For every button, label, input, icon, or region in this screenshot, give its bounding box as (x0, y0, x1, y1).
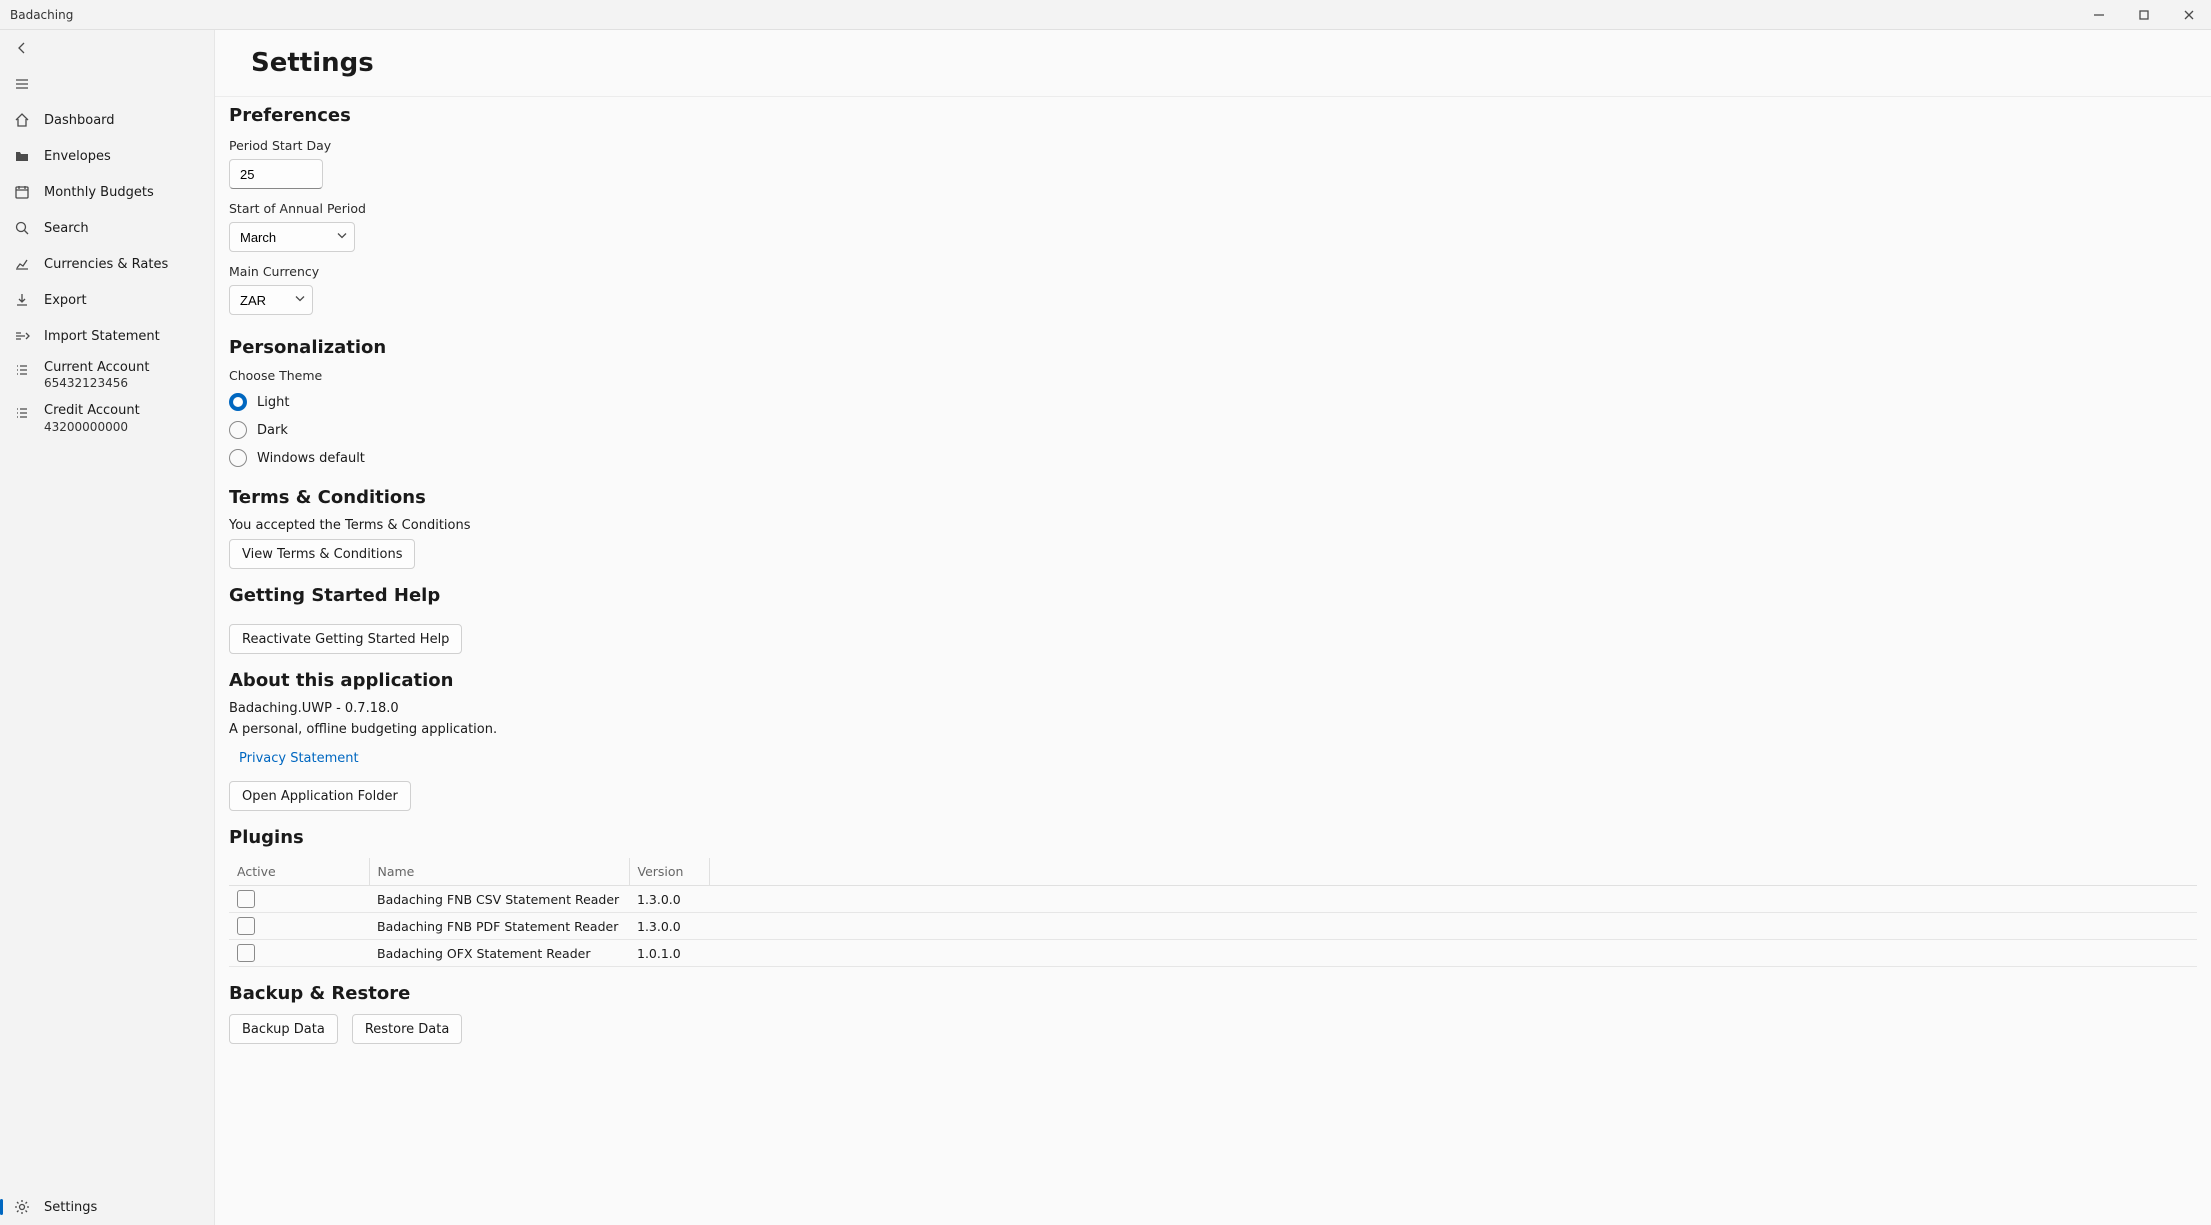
radio-icon (229, 393, 247, 411)
home-icon (14, 112, 30, 128)
reactivate-help-button[interactable]: Reactivate Getting Started Help (229, 624, 462, 654)
section-terms: Terms & Conditions (229, 487, 2197, 508)
sidebar: Dashboard Envelopes Monthly Budgets Sear… (0, 30, 214, 1225)
checkbox[interactable] (237, 944, 255, 962)
sidebar-item-import[interactable]: Import Statement (0, 318, 214, 354)
radio-icon (229, 449, 247, 467)
col-version[interactable]: Version (629, 858, 709, 886)
list-icon (14, 362, 30, 378)
radio-label: Light (257, 395, 289, 410)
plugin-name: Badaching FNB PDF Statement Reader (369, 913, 629, 940)
plugin-version: 1.0.1.0 (629, 940, 709, 967)
terms-status: You accepted the Terms & Conditions (229, 518, 2197, 533)
account-number: 65432123456 (44, 376, 149, 391)
label-choose-theme: Choose Theme (229, 368, 2197, 383)
section-plugins: Plugins (229, 827, 2197, 848)
sidebar-item-label: Dashboard (44, 113, 115, 128)
hamburger-button[interactable] (0, 66, 214, 102)
sidebar-item-search[interactable]: Search (0, 210, 214, 246)
sidebar-item-export[interactable]: Export (0, 282, 214, 318)
sidebar-item-label: Envelopes (44, 149, 111, 164)
label-main-currency: Main Currency (229, 264, 2197, 279)
minimize-button[interactable] (2076, 0, 2121, 30)
annual-period-select[interactable] (229, 222, 355, 252)
sidebar-item-label: Currencies & Rates (44, 257, 168, 272)
theme-radio-dark[interactable]: Dark (229, 421, 2197, 439)
label-annual-period: Start of Annual Period (229, 201, 2197, 216)
window-title: Badaching (10, 8, 73, 22)
theme-radio-light[interactable]: Light (229, 393, 2197, 411)
arrow-left-icon (14, 40, 30, 56)
radio-icon (229, 421, 247, 439)
plugin-version: 1.3.0.0 (629, 886, 709, 913)
table-row[interactable]: Badaching FNB CSV Statement Reader 1.3.0… (229, 886, 2197, 913)
about-version: Badaching.UWP - 0.7.18.0 (229, 701, 2197, 716)
about-description: A personal, offline budgeting applicatio… (229, 722, 2197, 737)
calendar-icon (14, 184, 30, 200)
sidebar-item-currencies[interactable]: Currencies & Rates (0, 246, 214, 282)
folder-icon (14, 148, 30, 164)
main-content: Settings Preferences Period Start Day St… (214, 30, 2211, 1225)
sidebar-item-label: Export (44, 293, 87, 308)
hamburger-icon (14, 76, 30, 92)
main-currency-select[interactable] (229, 285, 313, 315)
period-start-day-input[interactable] (229, 159, 323, 189)
search-icon (14, 220, 30, 236)
sidebar-account-current[interactable]: Current Account 65432123456 (0, 354, 214, 397)
theme-radio-windows-default[interactable]: Windows default (229, 449, 2197, 467)
view-terms-button[interactable]: View Terms & Conditions (229, 539, 415, 569)
sidebar-item-settings[interactable]: Settings (0, 1189, 214, 1225)
sidebar-item-label: Settings (44, 1200, 97, 1215)
sidebar-item-monthly-budgets[interactable]: Monthly Budgets (0, 174, 214, 210)
col-name[interactable]: Name (369, 858, 629, 886)
label-period-start-day: Period Start Day (229, 138, 2197, 153)
sidebar-item-label: Monthly Budgets (44, 185, 154, 200)
plugin-name: Badaching FNB CSV Statement Reader (369, 886, 629, 913)
sidebar-item-label: Import Statement (44, 329, 160, 344)
plugin-version: 1.3.0.0 (629, 913, 709, 940)
maximize-button[interactable] (2121, 0, 2166, 30)
col-blank (709, 858, 2197, 886)
backup-data-button[interactable]: Backup Data (229, 1014, 338, 1044)
section-backup: Backup & Restore (229, 983, 2197, 1004)
titlebar: Badaching (0, 0, 2211, 30)
back-button[interactable] (0, 30, 214, 66)
col-active[interactable]: Active (229, 858, 369, 886)
gear-icon (14, 1199, 30, 1215)
chart-icon (14, 256, 30, 272)
account-name: Credit Account (44, 403, 140, 419)
close-button[interactable] (2166, 0, 2211, 30)
radio-label: Windows default (257, 451, 365, 466)
open-app-folder-button[interactable]: Open Application Folder (229, 781, 411, 811)
plugins-table: Active Name Version Badaching FNB CSV St… (229, 858, 2197, 967)
privacy-statement-link[interactable]: Privacy Statement (229, 743, 369, 773)
sidebar-account-credit[interactable]: Credit Account 43200000000 (0, 397, 214, 440)
download-icon (14, 292, 30, 308)
section-personalization: Personalization (229, 337, 2197, 358)
restore-data-button[interactable]: Restore Data (352, 1014, 463, 1044)
import-icon (14, 328, 30, 344)
sidebar-item-label: Search (44, 221, 89, 236)
content-header: Settings (215, 30, 2211, 97)
list-icon (14, 405, 30, 421)
section-preferences: Preferences (229, 105, 2197, 126)
radio-label: Dark (257, 423, 288, 438)
checkbox[interactable] (237, 890, 255, 908)
table-row[interactable]: Badaching OFX Statement Reader 1.0.1.0 (229, 940, 2197, 967)
sidebar-item-dashboard[interactable]: Dashboard (0, 102, 214, 138)
plugin-name: Badaching OFX Statement Reader (369, 940, 629, 967)
section-getting-started: Getting Started Help (229, 585, 2197, 606)
table-row[interactable]: Badaching FNB PDF Statement Reader 1.3.0… (229, 913, 2197, 940)
page-title: Settings (251, 48, 2211, 78)
account-name: Current Account (44, 360, 149, 376)
window-controls (2076, 0, 2211, 30)
account-number: 43200000000 (44, 420, 140, 435)
checkbox[interactable] (237, 917, 255, 935)
scroll-area[interactable]: Preferences Period Start Day Start of An… (215, 97, 2211, 1225)
sidebar-item-envelopes[interactable]: Envelopes (0, 138, 214, 174)
section-about: About this application (229, 670, 2197, 691)
